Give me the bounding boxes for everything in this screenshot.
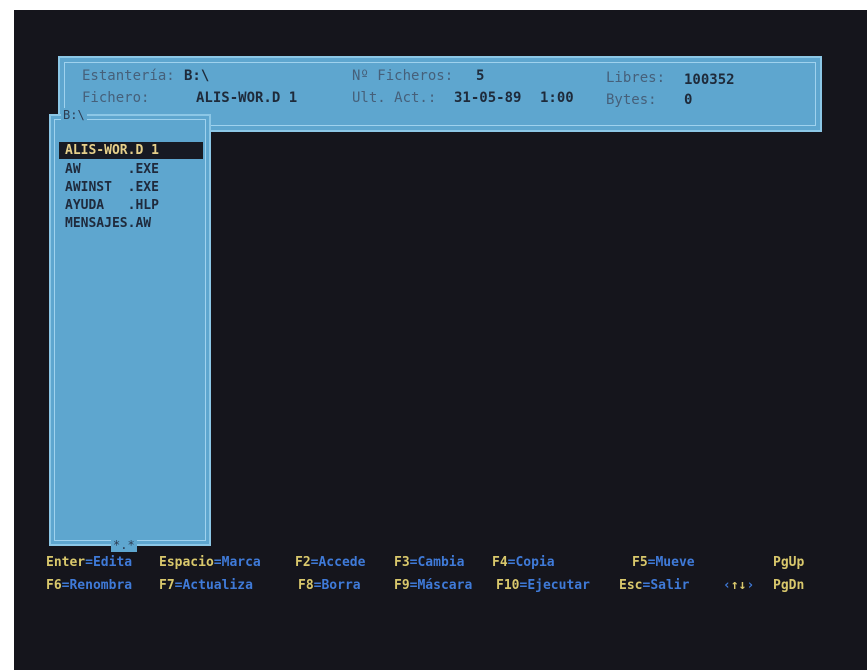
file-item[interactable]: AYUDA .HLP xyxy=(59,197,203,214)
fkey-f4[interactable]: F4=Copia xyxy=(492,555,555,570)
file-item[interactable]: MENSAJES.AW xyxy=(59,215,203,232)
bytes-value: 0 xyxy=(684,92,693,108)
dos-screen: Estantería: B:\ Fichero: ALIS-WOR.D 1 Nº… xyxy=(14,10,867,670)
last-action-date: 31-05-89 xyxy=(454,90,522,106)
page-up-key[interactable]: PgUp xyxy=(773,555,804,570)
shelf-label: Estantería: xyxy=(82,68,175,84)
arrow-keys-hint: ‹↑↓› xyxy=(723,578,755,593)
fkey-esc[interactable]: Esc=Salir xyxy=(619,578,689,593)
file-count-value: 5 xyxy=(476,68,485,84)
file-label: Fichero: xyxy=(82,90,150,106)
free-space-value: 100352 xyxy=(684,72,735,88)
file-item[interactable]: ALIS-WOR.D 1 xyxy=(59,142,203,159)
fkey-f5[interactable]: F5=Mueve xyxy=(632,555,695,570)
page-down-key[interactable]: PgDn xyxy=(773,578,804,593)
file-mask: *.* xyxy=(111,538,137,552)
fkey-f2[interactable]: F2=Accede xyxy=(295,555,365,570)
fkey-f8[interactable]: F8=Borra xyxy=(298,578,361,593)
fkey-f7[interactable]: F7=Actualiza xyxy=(159,578,253,593)
fkey-space[interactable]: Espacio=Marca xyxy=(159,555,261,570)
file-value: ALIS-WOR.D 1 xyxy=(196,90,298,106)
last-action-time: 1:00 xyxy=(540,90,574,106)
panel-path: B:\ xyxy=(61,108,87,122)
fkey-f6[interactable]: F6=Renombra xyxy=(46,578,132,593)
free-space-label: Libres: xyxy=(606,70,666,86)
file-count-label: Nº Ficheros: xyxy=(352,68,454,84)
fkey-f10[interactable]: F10=Ejecutar xyxy=(496,578,590,593)
fkey-f9[interactable]: F9=Máscara xyxy=(394,578,472,593)
bytes-label: Bytes: xyxy=(606,92,657,108)
file-list-panel: B:\ ALIS-WOR.D 1 AW .EXE AWINST .EXE AYU… xyxy=(49,108,211,552)
file-item[interactable]: AWINST .EXE xyxy=(59,179,203,196)
shelf-value: B:\ xyxy=(184,68,210,84)
fkey-f3[interactable]: F3=Cambia xyxy=(394,555,464,570)
fkey-enter[interactable]: Enter=Edita xyxy=(46,555,132,570)
last-action-label: Ult. Act.: xyxy=(352,90,437,106)
file-item[interactable]: AW .EXE xyxy=(59,161,203,178)
